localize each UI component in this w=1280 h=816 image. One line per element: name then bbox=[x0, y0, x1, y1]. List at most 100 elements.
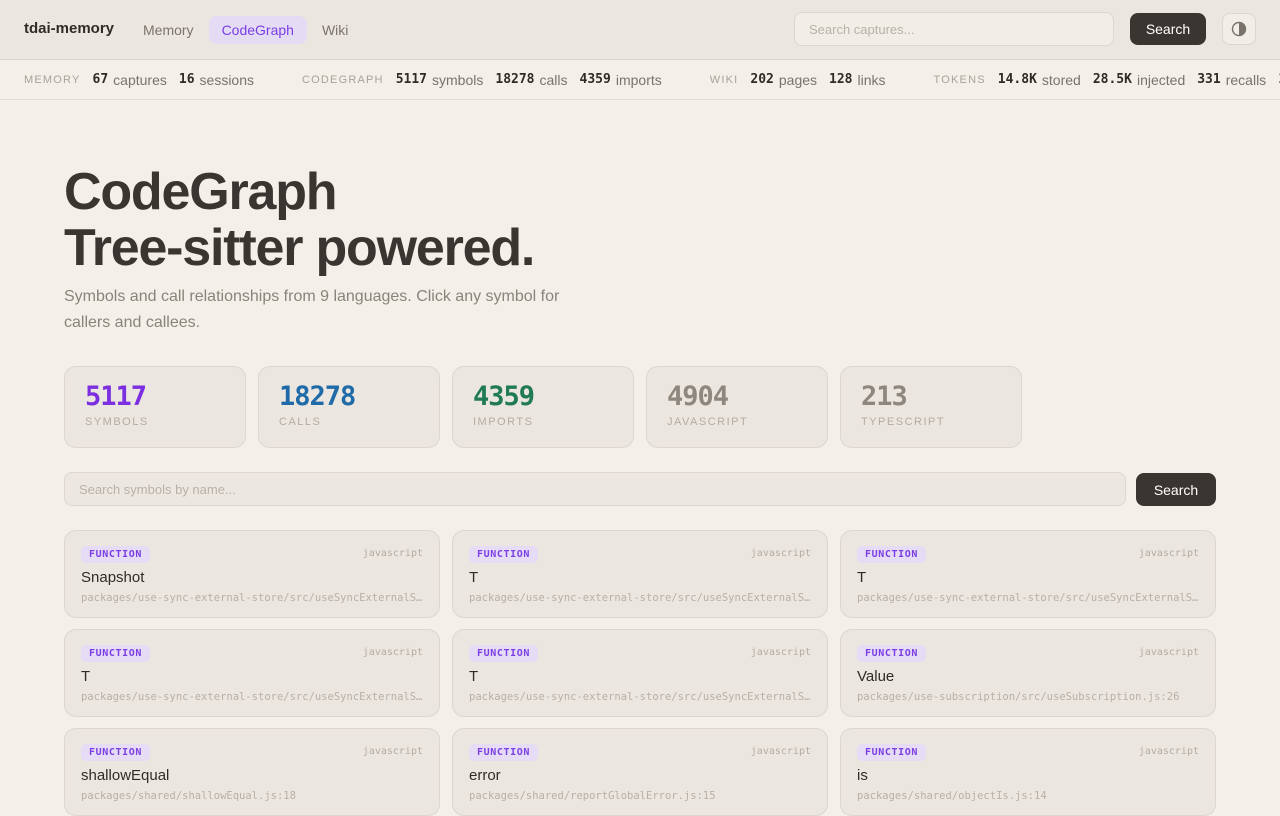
stat-label: CALLS bbox=[279, 416, 322, 428]
calls-word: calls bbox=[539, 71, 568, 88]
captures-count: 67 bbox=[92, 72, 109, 87]
stat-label: IMPORTS bbox=[473, 416, 534, 428]
symbol-card[interactable]: FUNCTION javascript T packages/use-sync-… bbox=[452, 530, 828, 618]
symbol-path: packages/shared/shallowEqual.js:18 bbox=[81, 790, 296, 802]
symbol-card[interactable]: FUNCTION javascript error packages/share… bbox=[452, 728, 828, 816]
symbol-name: T bbox=[469, 668, 479, 685]
stat-value: 4359 bbox=[473, 381, 535, 412]
sessions-count: 16 bbox=[178, 72, 195, 87]
page-title-line-2: Tree-sitter powered. bbox=[64, 219, 535, 277]
symbol-name: error bbox=[469, 767, 501, 784]
symbol-kind-badge: FUNCTION bbox=[81, 645, 150, 662]
capture-search-input[interactable] bbox=[794, 12, 1114, 46]
token-stats-label: TOKENS bbox=[933, 73, 986, 86]
capture-search-button[interactable]: Search bbox=[1130, 13, 1206, 45]
symbol-kind-badge: FUNCTION bbox=[857, 645, 926, 662]
recalls-count: 331 bbox=[1197, 72, 1221, 87]
app-brand[interactable]: tdai-memory bbox=[24, 20, 114, 37]
links-count: 128 bbox=[829, 72, 853, 87]
symbol-card[interactable]: FUNCTION javascript T packages/use-sync-… bbox=[64, 629, 440, 717]
stat-card-symbols: 5117 SYMBOLS bbox=[64, 366, 246, 448]
symbol-card[interactable]: FUNCTION javascript shallowEqual package… bbox=[64, 728, 440, 816]
stat-label: JAVASCRIPT bbox=[667, 416, 749, 428]
symbol-search-button[interactable]: Search bbox=[1136, 473, 1216, 506]
stat-card-typescript: 213 TYPESCRIPT bbox=[840, 366, 1022, 448]
symbol-language: javascript bbox=[1138, 548, 1199, 559]
symbol-path: packages/use-sync-external-store/src/use… bbox=[857, 592, 1199, 604]
memory-stats: MEMORY 67 captures 16 sessions bbox=[24, 72, 266, 88]
main-nav: Memory CodeGraph Wiki bbox=[130, 16, 361, 44]
symbol-name: shallowEqual bbox=[81, 767, 170, 784]
symbol-path: packages/shared/objectIs.js:14 bbox=[857, 790, 1047, 802]
symbol-path: packages/shared/reportGlobalError.js:15 bbox=[469, 790, 716, 802]
stat-label: TYPESCRIPT bbox=[861, 416, 946, 428]
symbol-language: javascript bbox=[750, 548, 811, 559]
codegraph-stats-label: CODEGRAPH bbox=[302, 73, 384, 86]
symbol-language: javascript bbox=[750, 746, 811, 757]
memory-stats-label: MEMORY bbox=[24, 73, 81, 86]
injected-count: 28.5K bbox=[1092, 72, 1132, 87]
symbol-path: packages/use-sync-external-store/src/use… bbox=[469, 592, 811, 604]
symbol-card[interactable]: FUNCTION javascript Value packages/use-s… bbox=[840, 629, 1216, 717]
sessions-word: sessions bbox=[199, 71, 254, 88]
stat-cards: 5117 SYMBOLS 18278 CALLS 4359 IMPORTS 49… bbox=[64, 366, 1022, 448]
stat-value: 5117 bbox=[85, 381, 147, 412]
symbol-search-input[interactable] bbox=[64, 472, 1126, 506]
links-word: links bbox=[857, 71, 886, 88]
symbol-language: javascript bbox=[1138, 746, 1199, 757]
stat-card-calls: 18278 CALLS bbox=[258, 366, 440, 448]
symbol-grid: FUNCTION javascript Snapshot packages/us… bbox=[64, 530, 1216, 816]
symbol-language: javascript bbox=[1138, 647, 1199, 658]
captures-word: captures bbox=[113, 71, 167, 88]
stat-card-imports: 4359 IMPORTS bbox=[452, 366, 634, 448]
symbol-kind-badge: FUNCTION bbox=[469, 645, 538, 662]
symbol-language: javascript bbox=[750, 647, 811, 658]
symbol-name: is bbox=[857, 767, 868, 784]
top-nav-bar: tdai-memory Memory CodeGraph Wiki Search bbox=[0, 0, 1280, 60]
calls-count: 18278 bbox=[495, 72, 535, 87]
symbol-card[interactable]: FUNCTION javascript is packages/shared/o… bbox=[840, 728, 1216, 816]
symbols-word: symbols bbox=[432, 71, 484, 88]
wiki-stats-label: WIKI bbox=[709, 73, 739, 86]
recalls-word: recalls bbox=[1225, 71, 1267, 88]
stat-value: 213 bbox=[861, 381, 908, 412]
symbol-name: Value bbox=[857, 668, 895, 685]
tab-memory[interactable]: Memory bbox=[130, 16, 207, 44]
symbol-card[interactable]: FUNCTION javascript T packages/use-sync-… bbox=[452, 629, 828, 717]
wiki-stats: WIKI 202 pages 128 links bbox=[710, 72, 898, 88]
symbol-kind-badge: FUNCTION bbox=[469, 744, 538, 761]
symbol-card[interactable]: FUNCTION javascript T packages/use-sync-… bbox=[840, 530, 1216, 618]
page-title: CodeGraph Tree-sitter powered. bbox=[64, 164, 535, 277]
symbol-language: javascript bbox=[362, 548, 423, 559]
pages-word: pages bbox=[778, 71, 818, 88]
stored-word: stored bbox=[1041, 71, 1081, 88]
imports-word: imports bbox=[615, 71, 662, 88]
symbol-language: javascript bbox=[362, 746, 423, 757]
symbol-kind-badge: FUNCTION bbox=[81, 744, 150, 761]
symbol-path: packages/use-sync-external-store/src/use… bbox=[81, 691, 423, 703]
tab-codegraph[interactable]: CodeGraph bbox=[208, 16, 307, 44]
symbol-name: T bbox=[469, 569, 479, 586]
codegraph-stats: CODEGRAPH 5117 symbols 18278 calls 4359 … bbox=[302, 72, 674, 88]
symbol-name: T bbox=[857, 569, 867, 586]
injected-word: injected bbox=[1136, 71, 1186, 88]
imports-count: 4359 bbox=[579, 72, 611, 87]
theme-toggle-button[interactable] bbox=[1222, 13, 1256, 45]
contrast-icon bbox=[1231, 21, 1247, 37]
stat-label: SYMBOLS bbox=[85, 416, 149, 428]
symbol-name: T bbox=[81, 668, 91, 685]
stat-value: 18278 bbox=[279, 381, 356, 412]
symbol-kind-badge: FUNCTION bbox=[469, 546, 538, 563]
symbols-count: 5117 bbox=[395, 72, 428, 87]
symbol-card[interactable]: FUNCTION javascript Snapshot packages/us… bbox=[64, 530, 440, 618]
symbol-kind-badge: FUNCTION bbox=[81, 546, 150, 563]
symbol-kind-badge: FUNCTION bbox=[857, 744, 926, 761]
stats-strip: MEMORY 67 captures 16 sessions CODEGRAPH… bbox=[0, 60, 1280, 100]
tab-wiki[interactable]: Wiki bbox=[309, 16, 361, 44]
symbol-path: packages/use-sync-external-store/src/use… bbox=[81, 592, 423, 604]
symbol-kind-badge: FUNCTION bbox=[857, 546, 926, 563]
stored-count: 14.8K bbox=[997, 72, 1037, 87]
page-subtitle: Symbols and call relationships from 9 la… bbox=[64, 288, 560, 331]
pages-count: 202 bbox=[750, 72, 774, 87]
symbol-path: packages/use-subscription/src/useSubscri… bbox=[857, 691, 1180, 703]
